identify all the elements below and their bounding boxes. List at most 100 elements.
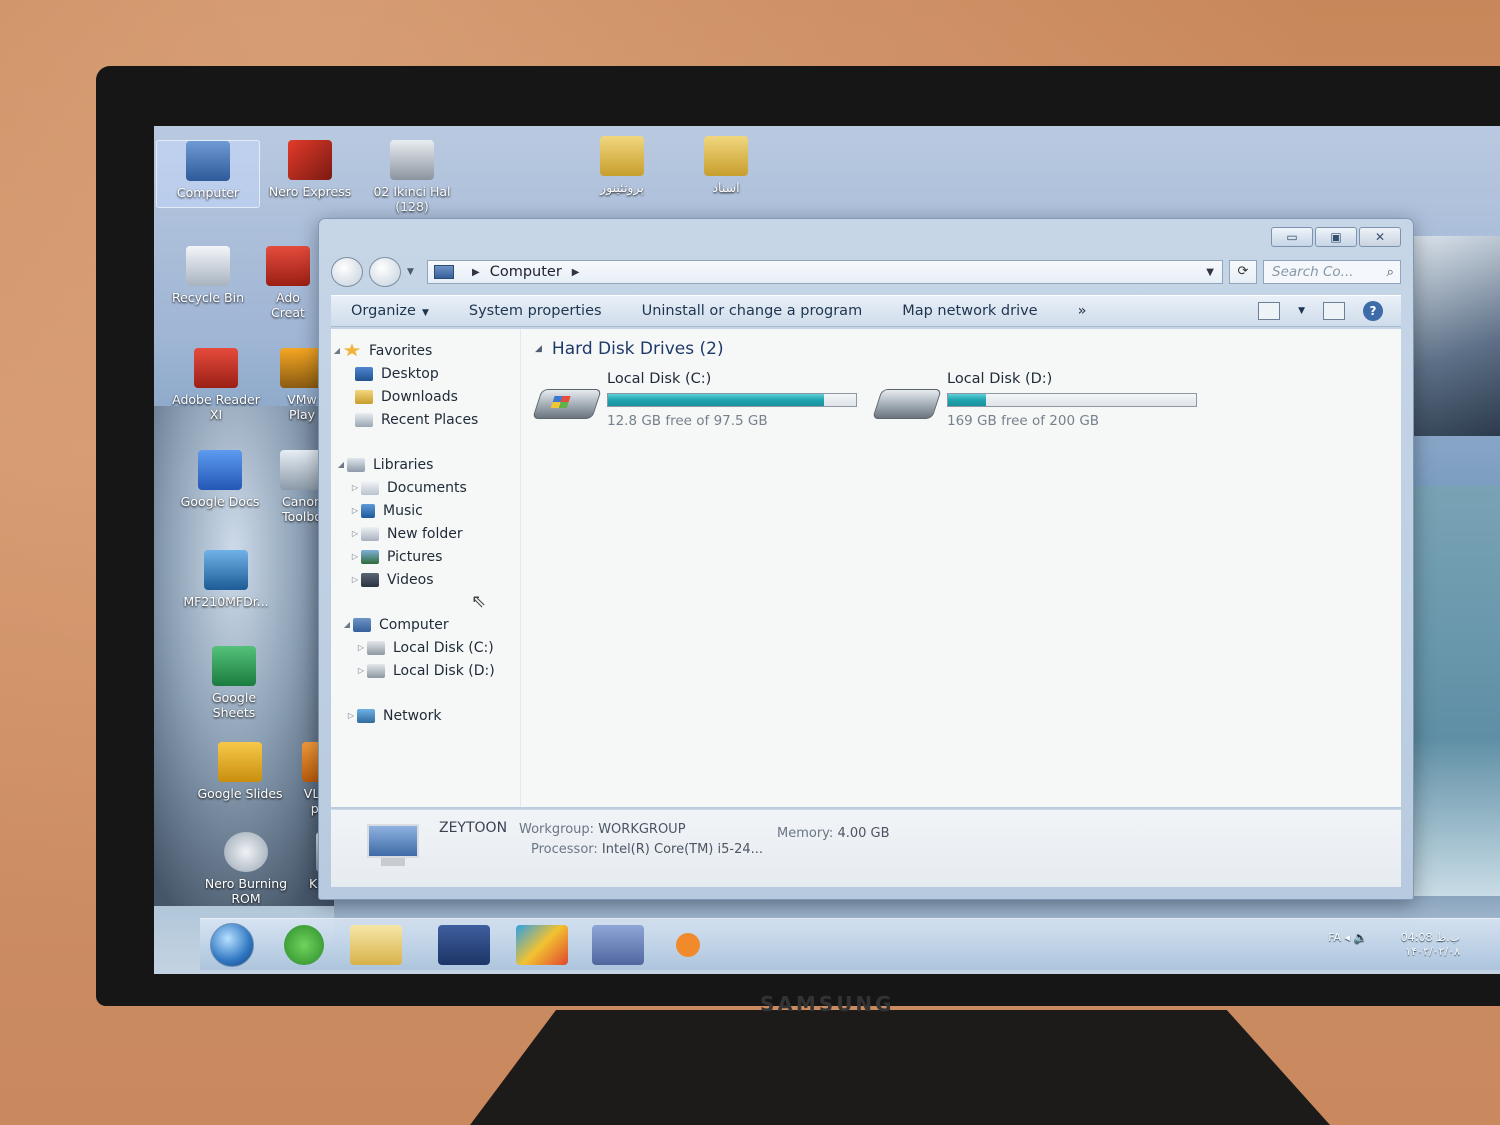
computer-icon: [434, 265, 454, 279]
expand-arrow-icon[interactable]: ▷: [349, 529, 361, 538]
expand-arrow-icon[interactable]: ▷: [345, 711, 357, 720]
map-network-drive-button[interactable]: Map network drive: [882, 303, 1057, 319]
nav-local-disk-d[interactable]: ▷ Local Disk (D:): [331, 659, 520, 682]
recent-pages-dropdown[interactable]: ▼: [407, 267, 421, 277]
desktop-icon-mf210[interactable]: MF210MFDr...: [174, 550, 278, 609]
paris-taskbar-icon[interactable]: [516, 925, 568, 965]
desktop-icon-video[interactable]: 02 Ikinci Hal (128): [360, 140, 464, 214]
clock-date[interactable]: ۱۴۰۲/۰۲/۰۸: [1401, 945, 1460, 959]
nav-desktop[interactable]: Desktop: [331, 362, 520, 385]
desktop-icon-adobe-reader[interactable]: Adobe Reader XI: [164, 348, 268, 422]
desktop-icon-nero-express[interactable]: Nero Express: [258, 140, 362, 199]
adobe-reader-icon: [194, 348, 238, 388]
desktop-icon-google-slides[interactable]: Google Slides: [188, 742, 292, 801]
desktop-icon-adobe-create[interactable]: Ado Creat: [258, 246, 318, 320]
desktop-icon-recycle-bin[interactable]: Recycle Bin: [156, 246, 260, 305]
expand-arrow-icon[interactable]: ◢: [341, 620, 353, 629]
ie-taskbar-icon[interactable]: [284, 925, 324, 965]
desktop-icon-nero-burning-rom[interactable]: Nero Burning ROM: [194, 832, 298, 906]
desktop-icon-folder-1[interactable]: پروتئینور: [570, 136, 674, 195]
start-button[interactable]: [210, 923, 254, 967]
desktop-icon-label: اسناد: [712, 180, 740, 195]
processor-label: Processor:: [531, 842, 598, 857]
recycle-bin-icon: [186, 246, 230, 286]
view-controls: ▼ ?: [1258, 301, 1401, 321]
expand-arrow-icon[interactable]: ◢: [335, 460, 347, 469]
expand-arrow-icon[interactable]: ▷: [355, 643, 367, 652]
breadcrumb-arrow-icon[interactable]: ▶: [472, 267, 480, 278]
explorer-taskbar-icon[interactable]: [350, 925, 402, 965]
expand-arrow-icon[interactable]: ▷: [355, 666, 367, 675]
search-input[interactable]: Search Co... ⌕: [1263, 260, 1401, 284]
memory-label: Memory:: [777, 826, 834, 841]
nav-local-disk-c[interactable]: ▷ Local Disk (C:): [331, 636, 520, 659]
disc-icon: [224, 832, 268, 872]
organize-button[interactable]: Organize ▼: [331, 303, 449, 319]
windows-drive-icon: [532, 389, 602, 419]
breadcrumb-arrow-icon[interactable]: ▶: [572, 267, 580, 278]
search-icon: ⌕: [1386, 264, 1394, 280]
nav-downloads[interactable]: Downloads: [331, 385, 520, 408]
bt-taskbar-icon[interactable]: [438, 925, 490, 965]
desktop-icon-label: ROM: [231, 891, 261, 906]
nav-documents[interactable]: ▷ Documents: [331, 476, 520, 499]
computer-stand-icon: [381, 858, 405, 866]
language-indicator[interactable]: FA: [1328, 931, 1341, 944]
expand-arrow-icon[interactable]: ◢: [331, 346, 343, 355]
drive-usage-fill: [948, 394, 987, 406]
address-dropdown-icon[interactable]: ▼: [1206, 267, 1214, 278]
forward-button[interactable]: [369, 257, 401, 287]
more-commands-button[interactable]: »: [1058, 303, 1107, 319]
folder-icon: [361, 526, 379, 541]
desktop-icon-folder-2[interactable]: اسناد: [674, 136, 778, 195]
videos-icon: [361, 572, 379, 587]
nav-label: Local Disk (C:): [393, 639, 494, 656]
expand-arrow-icon[interactable]: ▷: [349, 506, 361, 515]
system-properties-button[interactable]: System properties: [449, 303, 622, 319]
nav-label: Computer: [379, 616, 449, 633]
expand-arrow-icon[interactable]: ▷: [349, 483, 361, 492]
collapse-arrow-icon[interactable]: ◢: [535, 344, 542, 354]
nav-libraries[interactable]: ◢ Libraries: [331, 453, 520, 476]
minimize-button[interactable]: ▭: [1271, 227, 1313, 247]
group-header-hard-disk-drives[interactable]: ◢ Hard Disk Drives (2): [535, 339, 1401, 359]
nav-network[interactable]: ▷ Network: [331, 704, 520, 727]
mouse-cursor-icon: ⇖: [471, 591, 487, 612]
drive-item-d[interactable]: Local Disk (D:) 169 GB free of 200 GB: [872, 371, 1207, 431]
nav-favorites[interactable]: ◢ Favorites: [331, 339, 520, 362]
view-dropdown-icon[interactable]: ▼: [1298, 306, 1305, 316]
expand-arrow-icon[interactable]: ▷: [349, 552, 361, 561]
nav-label: Music: [383, 502, 423, 519]
drive-item-c[interactable]: Local Disk (C:) 12.8 GB free of 97.5 GB: [532, 371, 867, 431]
nav-label: Documents: [387, 479, 467, 496]
nav-videos[interactable]: ▷ Videos: [331, 568, 520, 591]
maximize-button[interactable]: ▣: [1315, 227, 1357, 247]
expand-arrow-icon[interactable]: ▷: [349, 575, 361, 584]
nav-music[interactable]: ▷ Music: [331, 499, 520, 522]
volume-icon[interactable]: ◂ 🔈: [1345, 931, 1371, 944]
refresh-button[interactable]: ⟳: [1229, 260, 1257, 284]
help-icon[interactable]: ?: [1363, 301, 1383, 321]
nav-pictures[interactable]: ▷ Pictures: [331, 545, 520, 568]
nav-recent-places[interactable]: Recent Places: [331, 408, 520, 431]
nav-new-folder[interactable]: ▷ New folder: [331, 522, 520, 545]
desktop-icon-computer[interactable]: Computer: [156, 140, 260, 208]
back-button[interactable]: [331, 257, 363, 287]
player-taskbar-icon[interactable]: [676, 933, 700, 957]
chevron-down-icon: ▼: [421, 308, 429, 318]
desktop-icon-label: Google: [211, 690, 257, 705]
media-taskbar-icon[interactable]: [592, 925, 644, 965]
preview-pane-icon[interactable]: [1323, 302, 1345, 320]
documents-icon: [361, 480, 379, 495]
change-view-icon[interactable]: [1258, 302, 1281, 320]
clock-time[interactable]: 04:08 ب.ظ: [1401, 931, 1460, 945]
desktop-icon-label: Computer: [176, 185, 240, 200]
nav-computer[interactable]: ◢ Computer: [331, 613, 520, 636]
desktop-icon-google-sheets[interactable]: Google Sheets: [182, 646, 286, 720]
uninstall-program-button[interactable]: Uninstall or change a program: [622, 303, 883, 319]
folder-icon: [704, 136, 748, 176]
address-bar[interactable]: ▶ Computer ▶ ▼: [427, 260, 1223, 284]
breadcrumb-computer[interactable]: Computer: [490, 264, 562, 280]
close-button[interactable]: ✕: [1359, 227, 1401, 247]
desktop-icon-google-docs[interactable]: Google Docs: [168, 450, 272, 509]
